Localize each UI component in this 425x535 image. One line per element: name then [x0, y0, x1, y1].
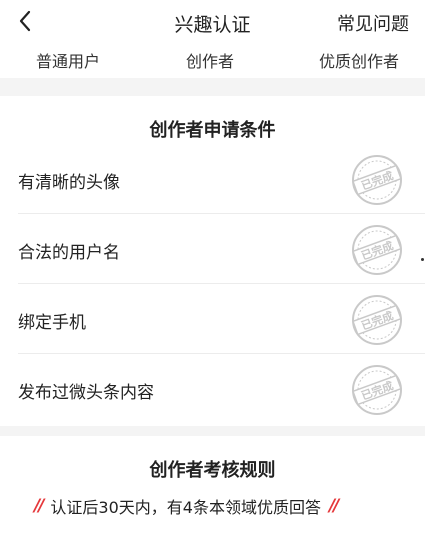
- conditions-card: 创作者申请条件 有清晰的头像 已完成 合法的用户名 已完成 绑定手机 已完成 发…: [0, 96, 425, 426]
- top-bar: 兴趣认证 常见问题: [0, 0, 425, 44]
- rules-title: 创作者考核规则: [149, 460, 276, 481]
- completed-stamp-icon: 已完成: [351, 154, 403, 206]
- completed-stamp-icon: 已完成: [351, 224, 403, 276]
- condition-label: 有清晰的头像: [18, 173, 120, 193]
- completed-stamp-icon: 已完成: [351, 294, 403, 346]
- quote-right-icon: //: [328, 496, 340, 516]
- condition-label: 发布过微头条内容: [18, 383, 154, 403]
- level-tabs: 普通用户 创作者 优质创作者: [0, 44, 425, 78]
- completed-stamp-icon: 已完成: [351, 364, 403, 416]
- faq-link[interactable]: 常见问题: [337, 10, 409, 36]
- tab-regular-user[interactable]: 普通用户: [36, 48, 100, 72]
- condition-row: 有清晰的头像 已完成: [0, 144, 425, 214]
- condition-label: 绑定手机: [18, 313, 86, 333]
- screen: 兴趣认证 常见问题 普通用户 创作者 优质创作者 创作者申请条件 有清晰的头像 …: [0, 0, 425, 535]
- conditions-title: 创作者申请条件: [149, 120, 276, 141]
- tab-creator[interactable]: 创作者: [186, 48, 234, 72]
- condition-row: 绑定手机 已完成: [0, 284, 425, 354]
- rule-text: 认证后30天内，有4条本领域优质回答: [50, 498, 321, 517]
- quote-left-icon: //: [34, 496, 45, 516]
- condition-row: 发布过微头条内容 已完成: [0, 354, 425, 424]
- condition-row: 合法的用户名 已完成: [0, 214, 425, 284]
- rules-card: 创作者考核规则 // 认证后30天内，有4条本领域优质回答 //: [0, 436, 425, 535]
- condition-label: 合法的用户名: [18, 243, 120, 263]
- rule-line: // 认证后30天内，有4条本领域优质回答 //: [34, 494, 340, 518]
- edge-dot: [421, 258, 424, 261]
- tab-quality-creator[interactable]: 优质创作者: [319, 48, 399, 72]
